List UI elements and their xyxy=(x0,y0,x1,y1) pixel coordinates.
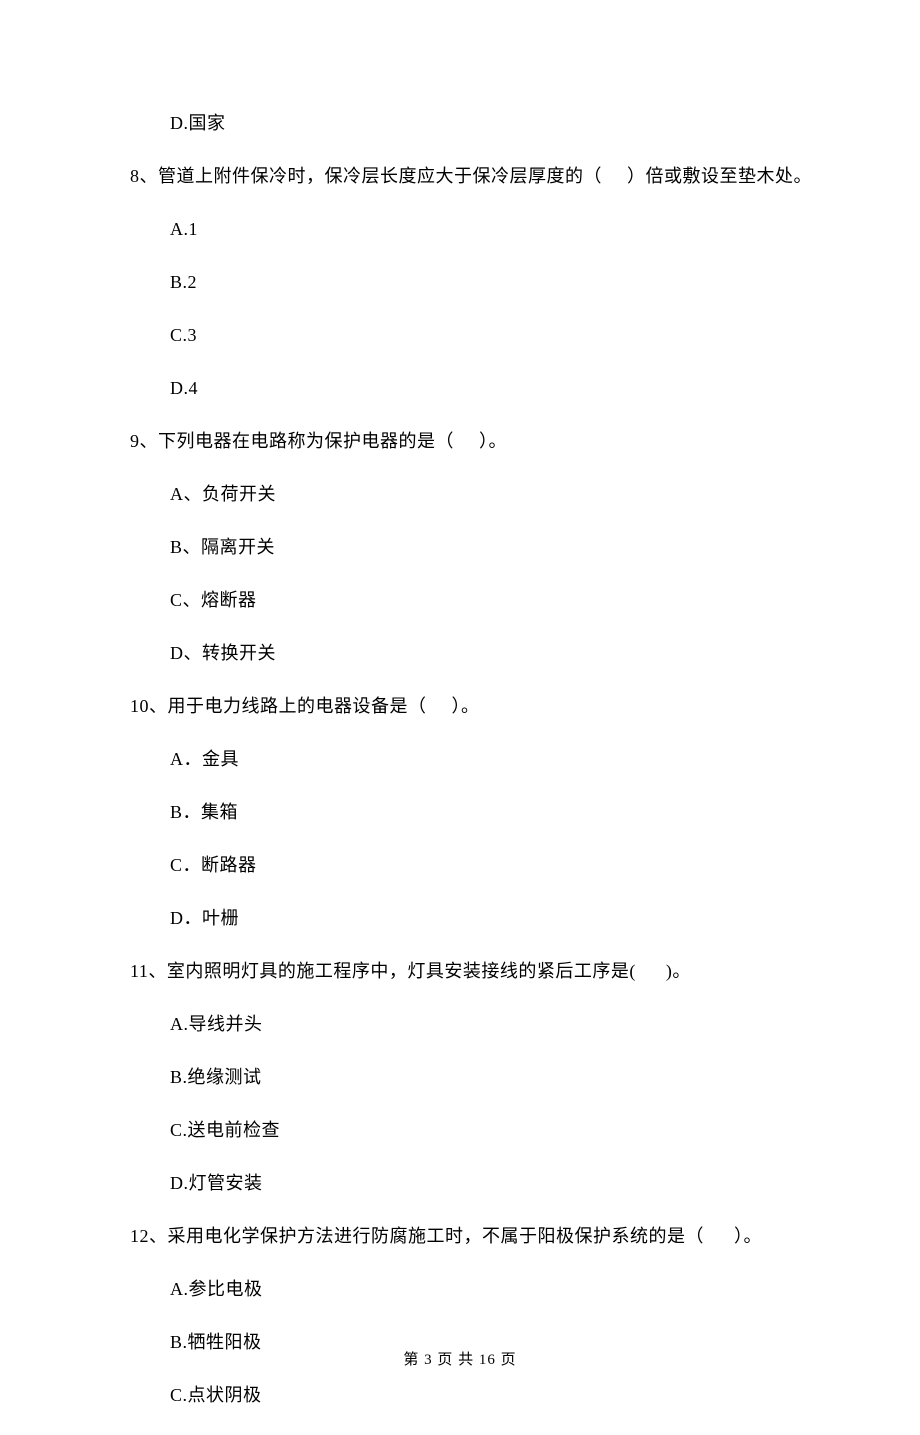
question-8-option-b: B.2 xyxy=(130,269,790,296)
page-container: D.国家 8、管道上附件保冷时，保冷层长度应大于保冷层厚度的（ ）倍或敷设至垫木… xyxy=(0,0,920,1409)
question-11-option-c: C.送电前检查 xyxy=(130,1117,790,1144)
question-11-stem: 室内照明灯具的施工程序中，灯具安装接线的紧后工序是( )。 xyxy=(167,961,691,981)
question-8: 8、管道上附件保冷时，保冷层长度应大于保冷层厚度的（ ）倍或敷设至垫木处。 xyxy=(130,163,790,190)
question-10-option-b: B．集箱 xyxy=(130,799,790,826)
prev-option-d: D.国家 xyxy=(130,110,790,137)
question-12-stem: 采用电化学保护方法进行防腐施工时，不属于阳极保护系统的是（ ）。 xyxy=(168,1226,763,1246)
question-9-option-d: D、转换开关 xyxy=(130,640,790,667)
question-12-num: 12、 xyxy=(130,1226,168,1246)
question-8-option-a: A.1 xyxy=(130,216,790,243)
question-8-stem: 管道上附件保冷时，保冷层长度应大于保冷层厚度的（ ）倍或敷设至垫木处。 xyxy=(158,166,812,186)
question-11-num: 11、 xyxy=(130,961,167,981)
question-9-option-c: C、熔断器 xyxy=(130,587,790,614)
question-10-num: 10、 xyxy=(130,696,168,716)
question-8-num: 8、 xyxy=(130,166,158,186)
question-11-option-b: B.绝缘测试 xyxy=(130,1064,790,1091)
question-9-num: 9、 xyxy=(130,431,158,451)
page-footer: 第 3 页 共 16 页 xyxy=(0,1348,920,1369)
question-12: 12、采用电化学保护方法进行防腐施工时，不属于阳极保护系统的是（ ）。 xyxy=(130,1223,790,1250)
question-10: 10、用于电力线路上的电器设备是（ ）。 xyxy=(130,693,790,720)
question-9-stem: 下列电器在电路称为保护电器的是（ ）。 xyxy=(158,431,507,451)
question-12-option-c: C.点状阴极 xyxy=(130,1382,790,1409)
question-10-stem: 用于电力线路上的电器设备是（ ）。 xyxy=(168,696,480,716)
question-8-option-d: D.4 xyxy=(130,375,790,402)
question-11-option-a: A.导线并头 xyxy=(130,1011,790,1038)
question-10-option-c: C．断路器 xyxy=(130,852,790,879)
question-11-option-d: D.灯管安装 xyxy=(130,1170,790,1197)
question-9-option-a: A、负荷开关 xyxy=(130,481,790,508)
question-11: 11、室内照明灯具的施工程序中，灯具安装接线的紧后工序是( )。 xyxy=(130,958,790,985)
question-9: 9、下列电器在电路称为保护电器的是（ ）。 xyxy=(130,428,790,455)
question-10-option-d: D．叶栅 xyxy=(130,905,790,932)
question-9-option-b: B、隔离开关 xyxy=(130,534,790,561)
question-8-option-c: C.3 xyxy=(130,322,790,349)
question-12-option-a: A.参比电极 xyxy=(130,1276,790,1303)
question-10-option-a: A．金具 xyxy=(130,746,790,773)
